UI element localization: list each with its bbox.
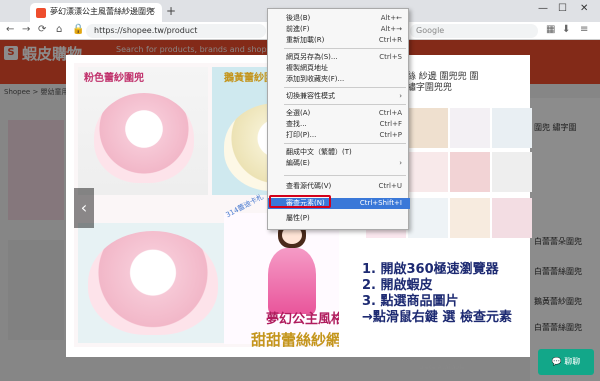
- menu-item-reload[interactable]: 重新加載(R) Ctrl+R: [268, 35, 410, 46]
- menu-item-label: 編碼(E): [286, 159, 310, 167]
- url-field[interactable]: https://shopee.tw/product: [86, 24, 266, 38]
- menu-item-shortcut: Alt+←: [380, 14, 402, 22]
- menu-item-translate[interactable]: 翻成中文（繁體）(T): [268, 147, 410, 158]
- menu-item-shortcut: Alt+→: [380, 25, 402, 33]
- menu-item-shortcut: Ctrl+U: [378, 182, 402, 190]
- menu-item-view-source[interactable]: 查看源代碼(V) Ctrl+U: [268, 181, 410, 192]
- menu-item-label: 網頁另存為(S)...: [286, 53, 338, 61]
- menu-item-compat-mode[interactable]: 切換兼容性模式 ›: [268, 91, 410, 102]
- chat-icon: 💬: [551, 357, 565, 366]
- menu-icon[interactable]: ≡: [580, 24, 588, 35]
- chat-label: 聊聊: [564, 357, 581, 366]
- search-engine-field[interactable]: Google: [410, 24, 538, 38]
- menu-item-save-as[interactable]: 網頁另存為(S)... Ctrl+S: [268, 52, 410, 63]
- menu-item-shortcut: Ctrl+S: [379, 53, 402, 61]
- pink-bib-ruffle: [94, 93, 194, 183]
- menu-item-label: 查看源代碼(V): [286, 182, 332, 190]
- menu-item-find[interactable]: 查找... Ctrl+F: [268, 119, 410, 130]
- menu-item-shortcut: Ctrl+P: [379, 131, 402, 139]
- extension-icon[interactable]: ▦: [546, 24, 555, 35]
- menu-item-label: 全選(A): [286, 109, 311, 117]
- availability-note: % piece available: [412, 364, 465, 371]
- princess-illustration: [264, 218, 320, 314]
- browser-tab[interactable]: 夢幻漂漂公主風蕾絲紗邊圍兜 ×: [30, 3, 162, 22]
- menu-item-label: 添加到收藏夾(F)...: [286, 75, 345, 83]
- menu-item-shortcut: Ctrl+A: [378, 109, 402, 117]
- menu-item-print[interactable]: 打印(P)... Ctrl+P: [268, 130, 410, 141]
- thumbnail-7[interactable]: [450, 152, 490, 192]
- inspect-highlight-box: [269, 195, 331, 208]
- menu-item-encoding[interactable]: 編碼(E) ›: [268, 158, 410, 169]
- menu-item-label: 前進(F): [286, 25, 310, 33]
- submenu-chevron-icon: ›: [399, 159, 402, 167]
- menu-item-label: 後退(B): [286, 14, 311, 22]
- chat-button[interactable]: 💬 聊聊: [538, 349, 594, 375]
- forward-icon[interactable]: →: [22, 24, 30, 35]
- minimize-button[interactable]: —: [538, 3, 548, 14]
- submenu-chevron-icon: ›: [399, 92, 402, 100]
- thumbnail-11[interactable]: [450, 198, 490, 238]
- reload-icon[interactable]: ⟳: [38, 24, 46, 35]
- menu-item-add-favorite[interactable]: 添加到收藏夾(F)...: [268, 74, 410, 85]
- back-icon[interactable]: ←: [6, 24, 14, 35]
- menu-item-label: 打印(P)...: [286, 131, 317, 139]
- download-icon[interactable]: ⬇: [562, 24, 570, 35]
- menu-separator: [284, 175, 406, 176]
- thumbnail-6[interactable]: [408, 152, 448, 192]
- menu-item-shortcut: Ctrl+Shift+I: [359, 199, 402, 207]
- image-title-line2: 甜甜蕾絲紗網: [251, 331, 339, 347]
- menu-separator: [284, 87, 406, 88]
- new-tab-button[interactable]: +: [166, 4, 176, 18]
- shopee-favicon-icon: [36, 8, 46, 18]
- thumbnail-3[interactable]: [450, 108, 490, 148]
- home-icon[interactable]: ⌂: [56, 24, 62, 35]
- menu-item-label: 切換兼容性模式: [286, 92, 335, 100]
- menu-item-properties[interactable]: 屬性(P): [268, 213, 410, 224]
- step-1: 1. 開啟360極速瀏覽器: [362, 262, 499, 277]
- menu-item-copy-url[interactable]: 複製網頁地址: [268, 63, 410, 74]
- menu-item-label: 屬性(P): [286, 214, 310, 222]
- prev-image-button[interactable]: ‹: [74, 188, 94, 228]
- menu-separator: [284, 143, 406, 144]
- menu-item-shortcut: Ctrl+F: [379, 120, 402, 128]
- menu-item-back[interactable]: 後退(B) Alt+←: [268, 13, 410, 24]
- thumbnail-8[interactable]: [492, 152, 532, 192]
- thumbnail-10[interactable]: [408, 198, 448, 238]
- menu-item-label: 重新加載(R): [286, 36, 325, 44]
- bib-closeup-ruffle: [88, 231, 218, 335]
- thumbnail-4[interactable]: [492, 108, 532, 148]
- menu-item-select-all[interactable]: 全選(A) Ctrl+A: [268, 108, 410, 119]
- step-4: →點滑鼠右鍵 選 檢查元素: [362, 310, 512, 325]
- menu-separator: [284, 104, 406, 105]
- maximize-button[interactable]: ☐: [558, 3, 567, 14]
- menu-item-label: 複製網頁地址: [286, 64, 328, 72]
- thumbnail-12[interactable]: [492, 198, 532, 238]
- menu-separator: [284, 48, 406, 49]
- lock-icon: 🔒: [72, 24, 85, 35]
- menu-item-label: 翻成中文（繁體）(T): [286, 148, 352, 156]
- pink-bib-label: 粉色蕾紗圍兜: [84, 73, 144, 84]
- close-window-button[interactable]: ✕: [580, 3, 588, 14]
- thumbnail-2[interactable]: [408, 108, 448, 148]
- tab-title: 夢幻漂漂公主風蕾絲紗邊圍兜: [50, 7, 154, 16]
- menu-item-forward[interactable]: 前進(F) Alt+→: [268, 24, 410, 35]
- instruction-steps: 1. 開啟360極速瀏覽器 2. 開啟蝦皮 3. 點選商品圖片 →點滑鼠右鍵 選…: [362, 262, 512, 326]
- menu-item-shortcut: Ctrl+R: [378, 36, 402, 44]
- close-tab-icon[interactable]: ×: [148, 6, 156, 16]
- menu-item-label: 查找...: [286, 120, 307, 128]
- image-title-line1: 夢幻公主風格: [266, 312, 339, 327]
- step-2: 2. 開啟蝦皮: [362, 278, 433, 293]
- step-3: 3. 點選商品圖片: [362, 294, 459, 309]
